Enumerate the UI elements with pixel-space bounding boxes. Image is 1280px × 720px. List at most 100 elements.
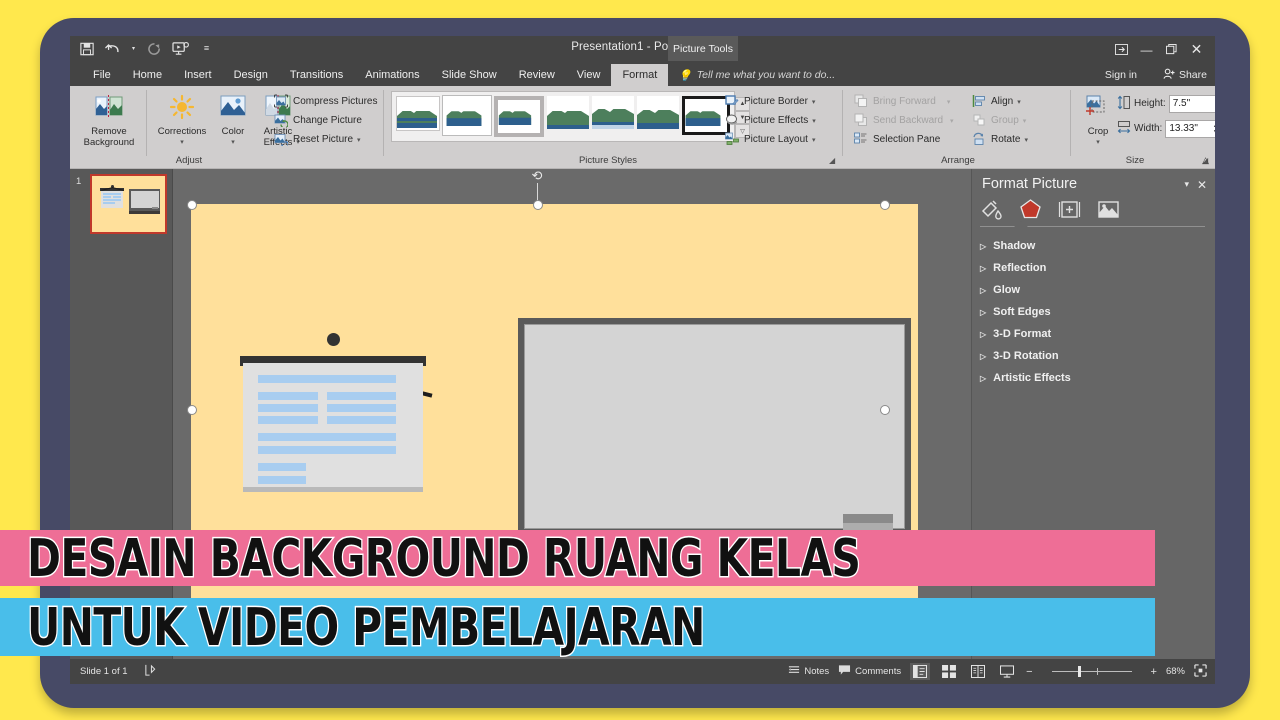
shape-width-stepper[interactable]: ▲▼ (1210, 121, 1215, 137)
selection-handle-middle-right[interactable] (880, 405, 890, 415)
change-picture-button[interactable]: Change Picture (274, 111, 377, 130)
slide-show-view-icon[interactable] (997, 663, 1017, 680)
tab-review[interactable]: Review (508, 64, 566, 86)
picture-style-item[interactable] (494, 96, 544, 137)
zoom-in-button[interactable]: + (1151, 666, 1157, 678)
share-button[interactable]: Share (1163, 64, 1207, 86)
tab-view[interactable]: View (566, 64, 612, 86)
picture-layout-button[interactable]: Picture Layout ▾ (725, 130, 816, 149)
section-shadow[interactable]: ▷ Shadow (980, 235, 1207, 257)
shape-height-stepper[interactable]: ▲▼ (1214, 96, 1215, 112)
picture-correction-icon[interactable] (1097, 199, 1121, 221)
tab-animations[interactable]: Animations (354, 64, 430, 86)
align-button[interactable]: Align ▾ (972, 92, 1028, 111)
slide-sorter-view-icon[interactable] (939, 663, 959, 680)
classroom-whiteboard[interactable] (518, 318, 911, 551)
hanging-chart-poster[interactable] (240, 333, 433, 495)
section-3d-rotation[interactable]: ▷ 3-D Rotation (980, 345, 1207, 367)
size-properties-icon[interactable] (1058, 199, 1082, 221)
accessibility-checker-icon[interactable] (144, 664, 157, 680)
zoom-out-button[interactable]: − (1026, 666, 1032, 678)
crop-chevron-down-icon[interactable]: ▾ (1096, 137, 1100, 148)
tell-me-search[interactable]: 💡 Tell me what you want to do... (678, 64, 835, 86)
shape-width-field[interactable]: Width: 13.33" ▲▼ (1117, 119, 1215, 138)
picture-style-item[interactable] (443, 96, 491, 135)
selection-handle-top-right[interactable] (880, 200, 890, 210)
color-button[interactable]: Color ▾ (212, 90, 254, 159)
selection-handle-middle-left[interactable] (187, 405, 197, 415)
send-backward-chevron-down-icon[interactable]: ▾ (950, 117, 954, 125)
picture-style-item[interactable] (547, 96, 589, 129)
reading-view-icon[interactable] (968, 663, 988, 680)
color-chevron-down-icon[interactable]: ▾ (231, 137, 235, 148)
picture-style-item[interactable] (637, 96, 679, 129)
fit-slide-to-window-icon[interactable] (1194, 663, 1207, 680)
effects-pentagon-icon[interactable] (1019, 199, 1043, 221)
send-backward-button[interactable]: Send Backward ▾ (854, 111, 954, 130)
picture-style-item[interactable] (396, 96, 440, 131)
reset-picture-chevron-down-icon[interactable]: ▾ (357, 136, 361, 144)
picture-layout-chevron-down-icon[interactable]: ▾ (812, 136, 816, 144)
selection-handle-top-left[interactable] (187, 200, 197, 210)
zoom-level-label[interactable]: 68% (1166, 666, 1185, 677)
picture-style-item-selected[interactable] (682, 96, 730, 135)
slide-thumbnail-1[interactable] (90, 174, 167, 234)
group-button[interactable]: Group ▾ (972, 111, 1028, 130)
pane-close-icon[interactable]: ✕ (1197, 178, 1207, 192)
minimize-button[interactable]: — (1134, 39, 1159, 60)
section-artistic-effects[interactable]: ▷ Artistic Effects (980, 367, 1207, 389)
selection-handle-top-center[interactable] (533, 200, 543, 210)
tab-insert[interactable]: Insert (173, 64, 223, 86)
collapse-ribbon-icon[interactable]: △ (1202, 155, 1209, 166)
shape-width-input[interactable]: 13.33" ▲▼ (1165, 119, 1215, 138)
section-soft-edges[interactable]: ▷ Soft Edges (980, 301, 1207, 323)
rotate-handle[interactable]: ⟲ (530, 168, 544, 183)
format-picture-title: Format Picture (982, 176, 1078, 192)
picture-border-button[interactable]: Picture Border ▾ (725, 92, 816, 111)
picture-styles-gallery[interactable]: ▲ ▼ ▽ (391, 91, 750, 142)
picture-styles-dialog-launcher[interactable]: ◢ (829, 156, 838, 165)
notes-button[interactable]: Notes (788, 664, 829, 679)
section-glow[interactable]: ▷ Glow (980, 279, 1207, 301)
corrections-chevron-down-icon[interactable]: ▾ (180, 137, 184, 148)
restore-button[interactable] (1159, 39, 1184, 60)
compress-pictures-button[interactable]: Compress Pictures (274, 92, 377, 111)
tab-home[interactable]: Home (122, 64, 173, 86)
rotate-button[interactable]: Rotate ▾ (972, 130, 1028, 149)
reset-picture-button[interactable]: Reset Picture ▾ (274, 130, 377, 149)
tab-slide-show[interactable]: Slide Show (431, 64, 508, 86)
crop-button[interactable]: Crop ▾ (1079, 90, 1117, 148)
section-reflection[interactable]: ▷ Reflection (980, 257, 1207, 279)
bring-forward-button[interactable]: Bring Forward ▾ (854, 92, 954, 111)
compress-pictures-label: Compress Pictures (293, 96, 378, 107)
shape-height-field[interactable]: Height: 7.5" ▲▼ (1117, 94, 1215, 113)
tab-transitions[interactable]: Transitions (279, 64, 354, 86)
tab-file[interactable]: File (82, 64, 122, 86)
align-chevron-down-icon[interactable]: ▾ (1017, 98, 1021, 106)
sign-in-button[interactable]: Sign in (1105, 64, 1137, 86)
pane-options-chevron-down-icon[interactable]: ▾ (1184, 179, 1189, 190)
ribbon-display-options-icon[interactable] (1109, 39, 1134, 60)
close-button[interactable]: ✕ (1184, 39, 1209, 60)
fill-line-icon[interactable] (980, 199, 1004, 221)
zoom-slider[interactable] (1042, 665, 1142, 679)
tab-format[interactable]: Format (611, 64, 669, 86)
corrections-button[interactable]: Corrections ▾ (152, 90, 212, 159)
group-chevron-down-icon[interactable]: ▾ (1023, 117, 1027, 125)
remove-background-button[interactable]: Remove Background (78, 90, 140, 148)
picture-border-chevron-down-icon[interactable]: ▾ (812, 98, 816, 106)
normal-view-icon[interactable] (910, 663, 931, 680)
section-3d-format[interactable]: ▷ 3-D Format (980, 323, 1207, 345)
picture-effects-button[interactable]: Picture Effects ▾ (725, 111, 816, 130)
shape-height-input[interactable]: 7.5" ▲▼ (1168, 94, 1215, 113)
picture-style-item[interactable] (592, 96, 634, 129)
shape-height-value: 7.5" (1172, 98, 1191, 109)
selection-pane-button[interactable]: Selection Pane (854, 130, 954, 149)
zoom-thumb[interactable] (1077, 666, 1081, 677)
rotate-chevron-down-icon[interactable]: ▾ (1024, 136, 1028, 144)
picture-effects-chevron-down-icon[interactable]: ▾ (812, 117, 816, 125)
share-person-icon (1163, 68, 1175, 83)
bring-forward-chevron-down-icon[interactable]: ▾ (947, 98, 951, 106)
comments-button[interactable]: Comments (838, 664, 901, 679)
tab-design[interactable]: Design (223, 64, 279, 86)
